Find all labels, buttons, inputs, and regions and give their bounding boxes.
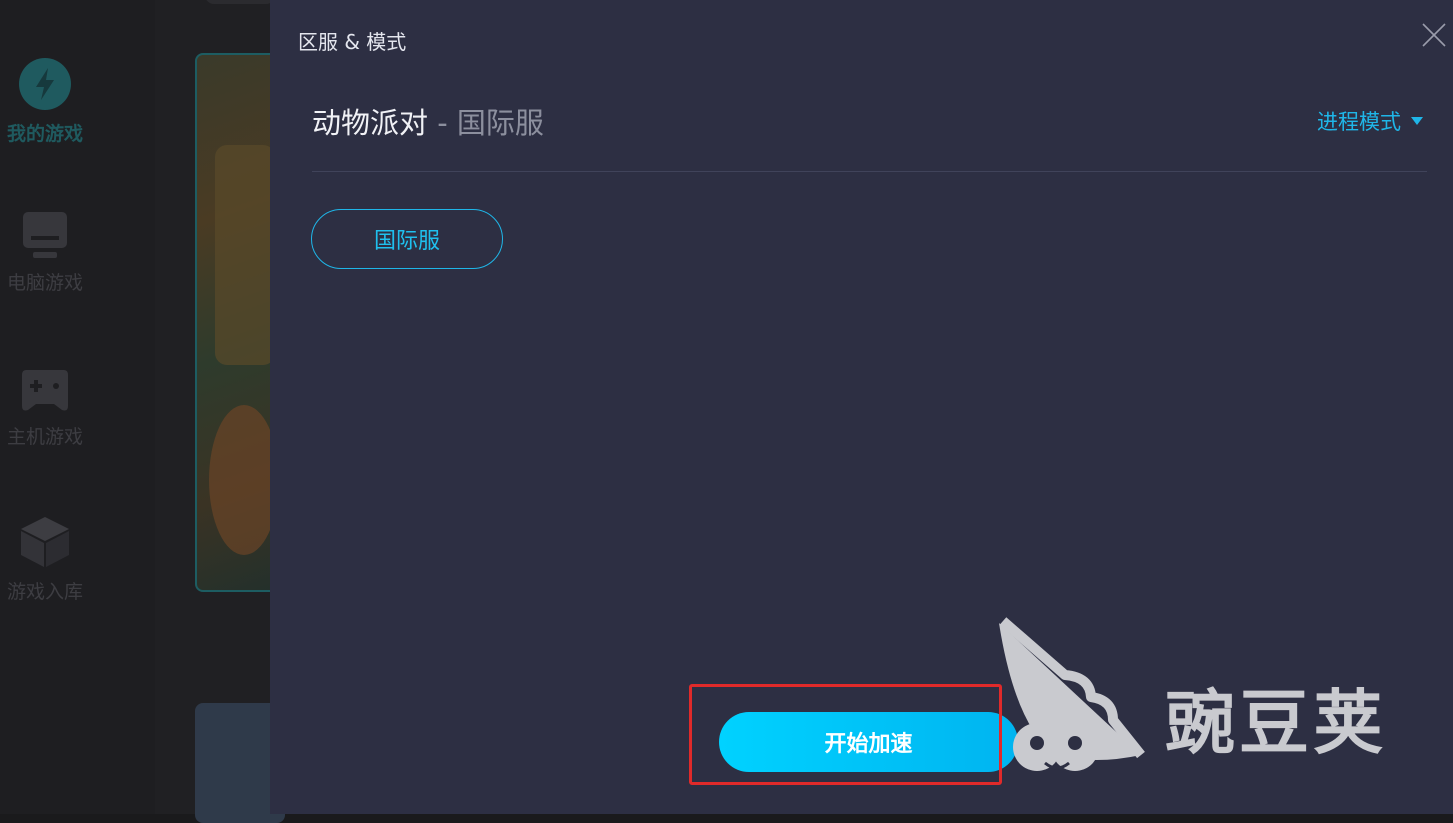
- close-icon[interactable]: [1421, 22, 1447, 48]
- pea-pod-logo: [999, 617, 1145, 771]
- watermark-text: 豌豆荚: [1165, 682, 1387, 764]
- box-icon: [21, 517, 69, 567]
- lightning-icon: [19, 58, 71, 110]
- title-separator: -: [428, 106, 457, 140]
- start-acceleration-button[interactable]: 开始加速: [719, 712, 1018, 772]
- caret-down-icon: [1411, 117, 1423, 125]
- game-name: 动物派对: [312, 106, 429, 140]
- game-title: 动物派对 - 国际服: [312, 100, 544, 142]
- sidebar-item-my-games[interactable]: 我的游戏: [0, 57, 90, 146]
- sidebar-item-game-library[interactable]: 游戏入库: [0, 515, 90, 604]
- search-bar-background: [205, 0, 275, 4]
- gamepad-icon: [22, 370, 68, 411]
- server-option-international[interactable]: 国际服: [311, 209, 503, 269]
- panel-title: 区服 & 模式: [298, 30, 407, 54]
- mode-dropdown[interactable]: 进程模式: [1317, 106, 1423, 136]
- sidebar-item-label: 我的游戏: [6, 123, 83, 145]
- divider: [312, 171, 1427, 172]
- sidebar: 我的游戏 电脑游戏 主机游戏 游戏入库: [0, 0, 155, 814]
- sidebar-item-label: 电脑游戏: [6, 272, 83, 294]
- selected-server: 国际服: [456, 106, 544, 140]
- watermark: 豌豆荚: [995, 615, 1415, 785]
- mode-dropdown-label: 进程模式: [1317, 110, 1401, 134]
- sidebar-item-label: 主机游戏: [6, 426, 83, 448]
- monitor-icon: [23, 212, 67, 258]
- sidebar-item-pc-games[interactable]: 电脑游戏: [0, 210, 90, 295]
- sidebar-item-label: 游戏入库: [6, 581, 83, 603]
- sidebar-item-console-games[interactable]: 主机游戏: [0, 366, 90, 449]
